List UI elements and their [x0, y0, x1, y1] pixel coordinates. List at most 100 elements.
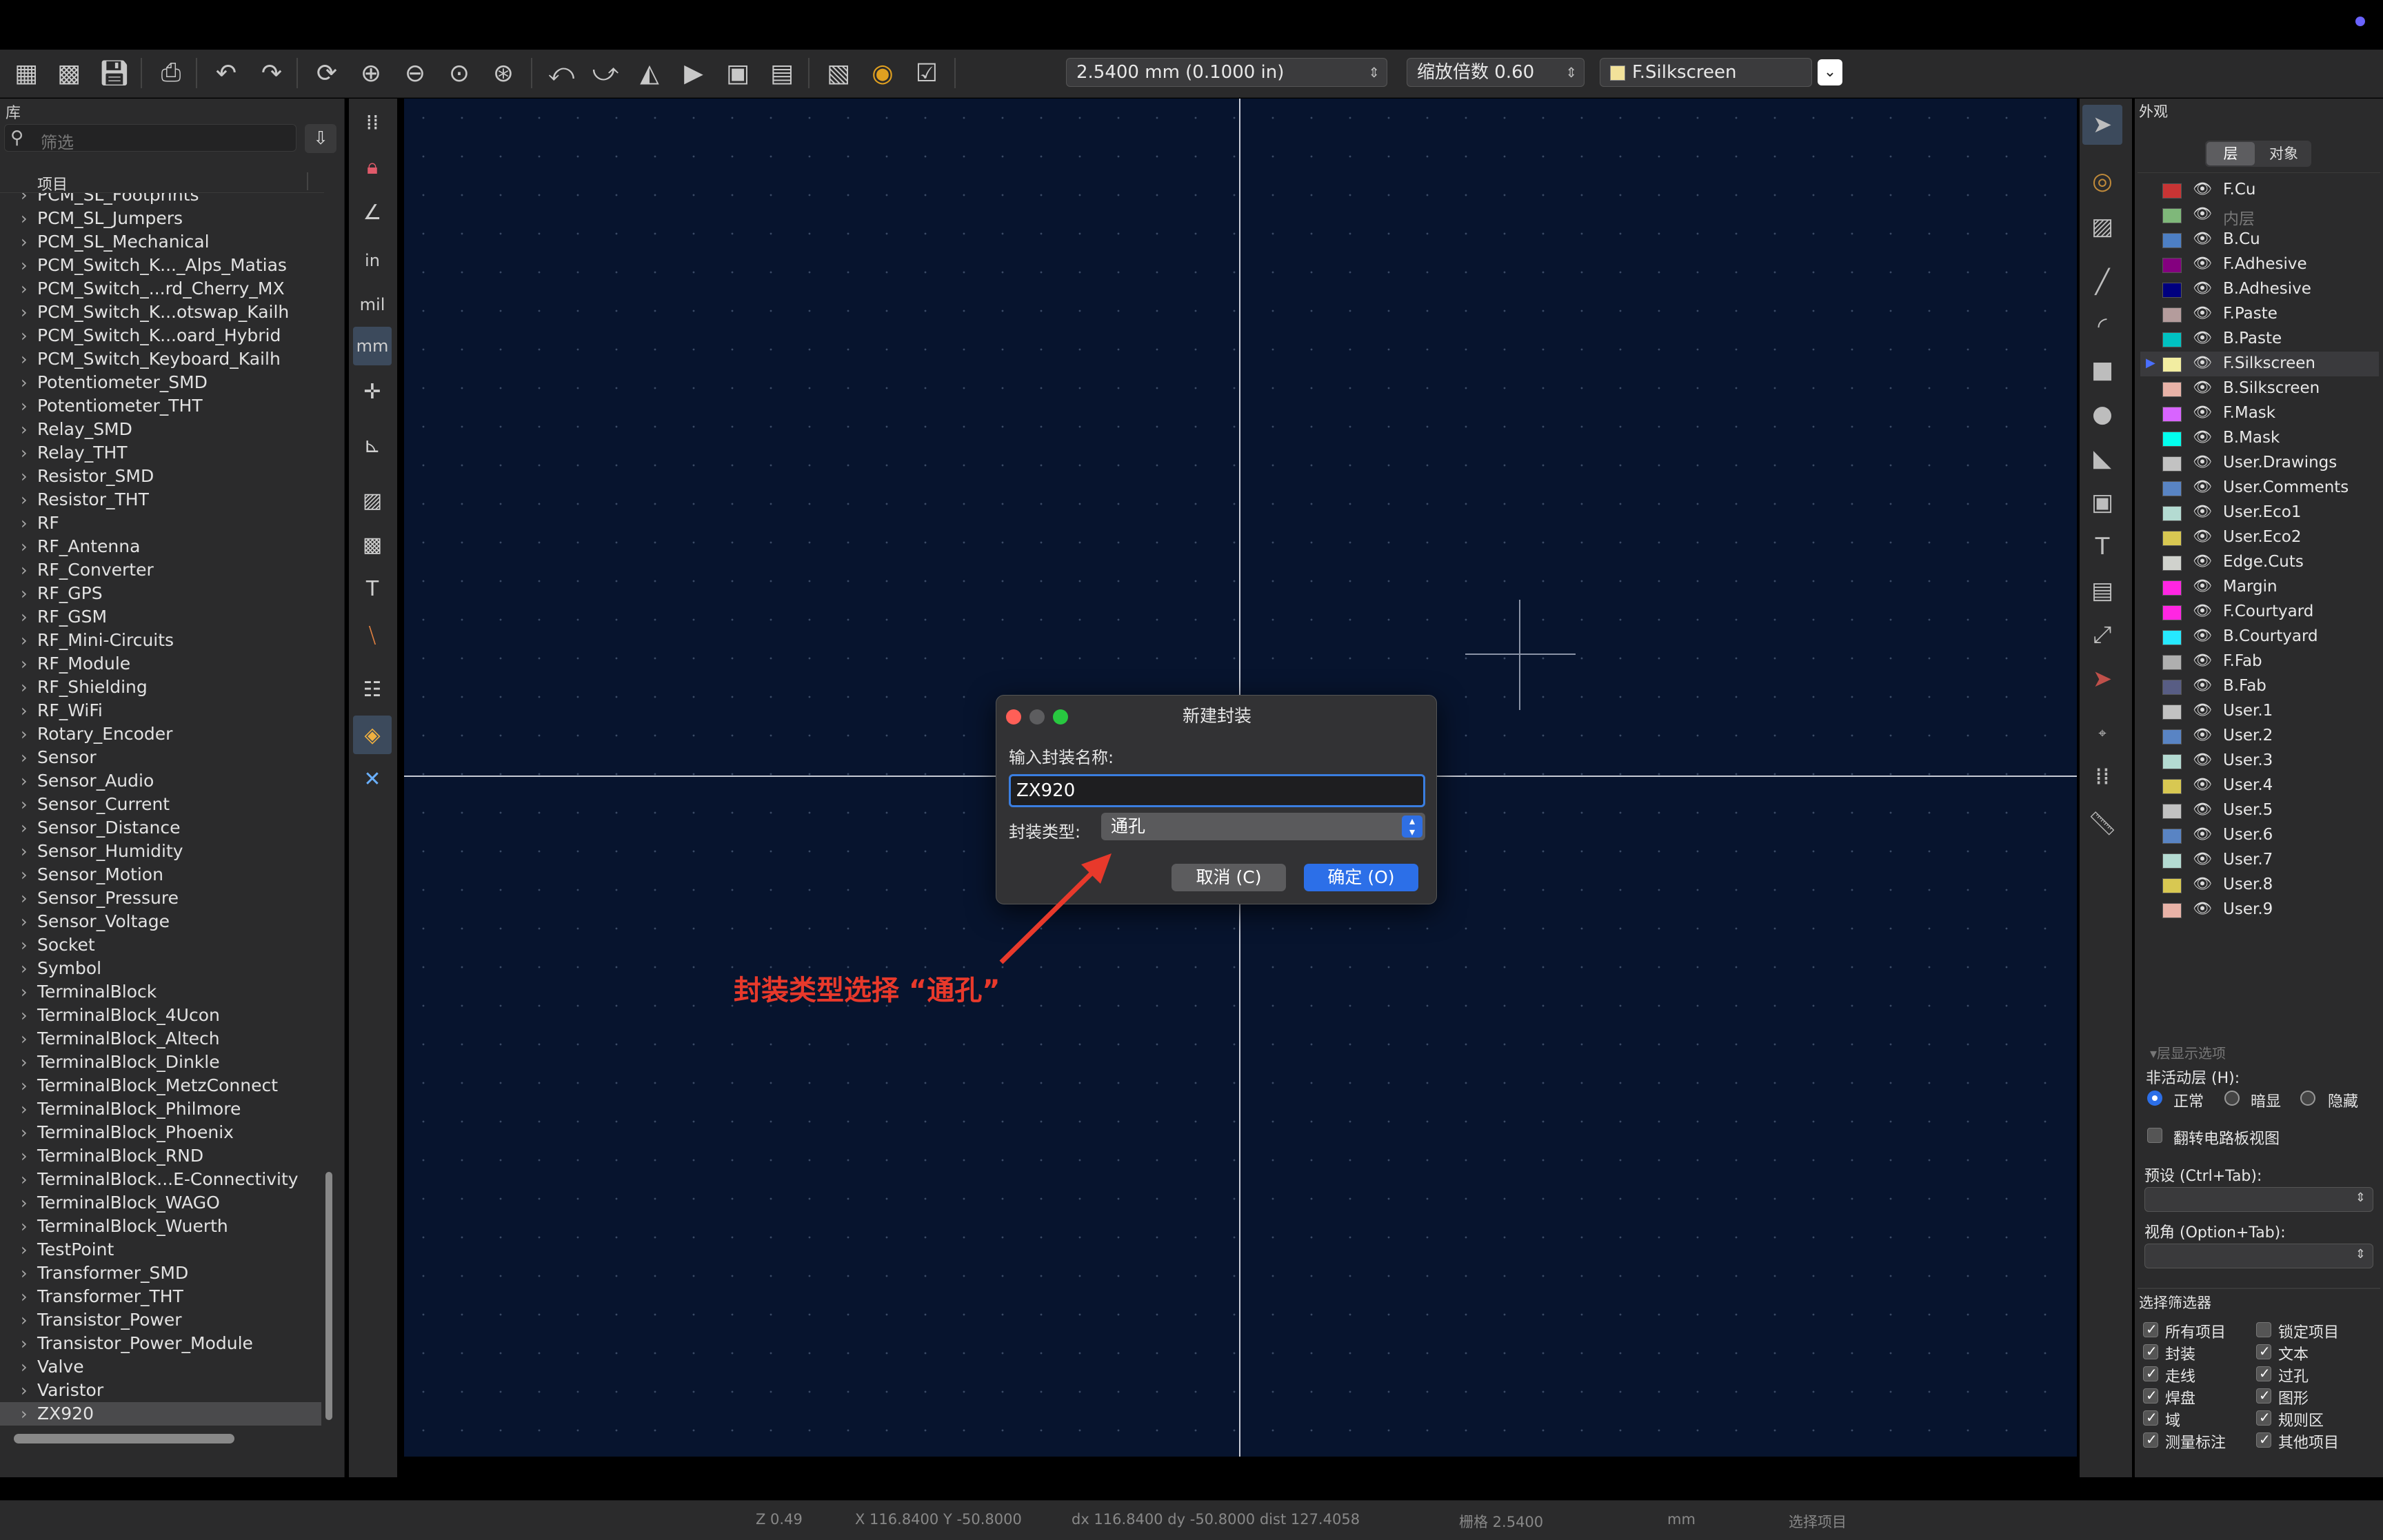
- save-icon[interactable]: 💾︎: [97, 55, 132, 91]
- library-item[interactable]: › Potentiometer_SMD: [0, 371, 321, 394]
- filter-checkbox[interactable]: [2143, 1387, 2158, 1404]
- cursor-crosshair-icon[interactable]: ✛: [353, 372, 392, 411]
- layer-row[interactable]: 👁︎ User.8: [2140, 873, 2379, 898]
- chevron-right-icon[interactable]: ›: [21, 1121, 28, 1144]
- chevron-right-icon[interactable]: ›: [21, 1355, 28, 1379]
- layer-color-swatch[interactable]: [2162, 307, 2182, 323]
- layer-row[interactable]: 👁︎ F.Fab: [2140, 649, 2379, 674]
- chevron-right-icon[interactable]: ›: [21, 769, 28, 793]
- viewport-select[interactable]: ⇕: [2144, 1244, 2373, 1268]
- library-item[interactable]: › Transistor_Power_Module: [0, 1332, 321, 1355]
- add-textbox-icon[interactable]: ▤: [2082, 571, 2122, 611]
- presets-select[interactable]: ⇕: [2144, 1187, 2373, 1212]
- layer-row[interactable]: 👁︎ B.Adhesive: [2140, 277, 2379, 302]
- layer-row[interactable]: 👁︎ B.Courtyard: [2140, 625, 2379, 649]
- tab-layers[interactable]: 层: [2206, 142, 2255, 165]
- add-keepout-icon[interactable]: ▨: [2082, 207, 2122, 247]
- layer-color-swatch[interactable]: [2162, 779, 2182, 794]
- chevron-right-icon[interactable]: ›: [21, 1074, 28, 1097]
- new-from-wizard-icon[interactable]: ▩: [51, 55, 87, 91]
- chevron-right-icon[interactable]: ›: [21, 746, 28, 769]
- library-item[interactable]: › TerminalBlock_Altech: [0, 1027, 321, 1051]
- chevron-right-icon[interactable]: ›: [21, 980, 28, 1004]
- chevron-right-icon[interactable]: ›: [21, 886, 28, 910]
- new-footprint-icon[interactable]: ▦: [8, 55, 44, 91]
- eye-icon[interactable]: 👁︎: [2193, 181, 2212, 198]
- library-item[interactable]: › PCM_Switch_K...oard_Hybrid: [0, 324, 321, 347]
- layer-row[interactable]: 👁︎ User.7: [2140, 848, 2379, 873]
- layer-color-swatch[interactable]: [2162, 407, 2182, 422]
- chevron-right-icon[interactable]: ›: [21, 1051, 28, 1074]
- library-item[interactable]: › TerminalBlock: [0, 980, 321, 1004]
- cancel-button[interactable]: 取消 (C): [1172, 864, 1286, 891]
- eye-icon[interactable]: 👁︎: [2193, 578, 2212, 595]
- eye-icon[interactable]: 👁︎: [2193, 205, 2212, 223]
- library-item[interactable]: › Sensor: [0, 746, 321, 769]
- layer-row[interactable]: 👁︎ User.Comments: [2140, 476, 2379, 500]
- layer-row[interactable]: 👁︎ 内层: [2140, 203, 2379, 228]
- eye-icon[interactable]: 👁︎: [2193, 404, 2212, 421]
- layer-color-swatch[interactable]: [2162, 605, 2182, 620]
- library-item[interactable]: › Sensor_Motion: [0, 863, 321, 886]
- library-item[interactable]: › TerminalBlock_MetzConnect: [0, 1074, 321, 1097]
- footprint-type-select[interactable]: 通孔 ▴ ▾: [1101, 813, 1425, 840]
- layer-color-swatch[interactable]: [2162, 829, 2182, 844]
- sort-button[interactable]: ⇩: [305, 124, 336, 153]
- ungroup-icon[interactable]: ▤: [764, 55, 800, 91]
- check-footprint-icon[interactable]: ☑: [909, 55, 945, 91]
- library-item[interactable]: › Relay_THT: [0, 441, 321, 465]
- layer-row[interactable]: 👁︎ User.Eco2: [2140, 525, 2379, 550]
- chevron-right-icon[interactable]: ›: [21, 793, 28, 816]
- library-item[interactable]: › PCM_SL_Mechanical: [0, 230, 321, 254]
- library-item[interactable]: › Symbol: [0, 957, 321, 980]
- mm-units-icon[interactable]: mm: [353, 327, 392, 365]
- chevron-right-icon[interactable]: ›: [21, 488, 28, 511]
- library-item[interactable]: › RF_Module: [0, 652, 321, 676]
- zoom-out-icon[interactable]: ⊖: [397, 55, 433, 91]
- eye-icon[interactable]: 👁︎: [2193, 900, 2212, 918]
- chevron-right-icon[interactable]: ›: [21, 558, 28, 582]
- eye-icon[interactable]: 👁︎: [2193, 751, 2212, 769]
- layer-row[interactable]: 👁︎ Margin: [2140, 575, 2379, 600]
- chevron-right-icon[interactable]: ›: [21, 1308, 28, 1332]
- draw-polygon-icon[interactable]: ◣: [2082, 438, 2122, 478]
- zoom-fit-icon[interactable]: ⊙: [441, 55, 477, 91]
- library-item[interactable]: › TerminalBlock_RND: [0, 1144, 321, 1168]
- chevron-right-icon[interactable]: ›: [21, 1027, 28, 1051]
- library-item[interactable]: › Sensor_Audio: [0, 769, 321, 793]
- library-column-header[interactable]: 项目: [0, 170, 324, 194]
- chevron-right-icon[interactable]: ›: [21, 629, 28, 652]
- chevron-right-icon[interactable]: ›: [21, 1097, 28, 1121]
- layer-row[interactable]: 👁︎ B.Fab: [2140, 674, 2379, 699]
- chevron-right-icon[interactable]: ›: [21, 605, 28, 629]
- layer-color-swatch[interactable]: [2162, 208, 2182, 223]
- inactive-normal-radio[interactable]: [2147, 1091, 2162, 1106]
- filter-checkbox[interactable]: [2143, 1321, 2158, 1337]
- delete-tool-icon[interactable]: ➤: [2082, 659, 2122, 699]
- rotate-cw-icon[interactable]: ⤻: [587, 55, 623, 91]
- chevron-right-icon[interactable]: ›: [21, 394, 28, 418]
- graphic-sketch-icon[interactable]: ▩: [353, 525, 392, 564]
- show-footprint-tree-icon[interactable]: ☷: [353, 670, 392, 709]
- layer-color-swatch[interactable]: [2162, 183, 2182, 199]
- layer-row[interactable]: 👁︎ User.3: [2140, 749, 2379, 773]
- layer-color-swatch[interactable]: [2162, 506, 2182, 521]
- library-item[interactable]: › RF_Shielding: [0, 676, 321, 699]
- print-icon[interactable]: ⎙: [153, 55, 189, 91]
- chevron-right-icon[interactable]: ›: [21, 301, 28, 324]
- text-sketch-icon[interactable]: T: [353, 569, 392, 608]
- chevron-right-icon[interactable]: ›: [21, 676, 28, 699]
- eye-icon[interactable]: 👁︎: [2193, 602, 2212, 620]
- eye-icon[interactable]: 👁︎: [2193, 851, 2212, 868]
- chevron-right-icon[interactable]: ›: [21, 1285, 28, 1308]
- grid-toggle-icon[interactable]: ⁞⁞: [353, 103, 392, 142]
- eye-icon[interactable]: 👁︎: [2193, 677, 2212, 694]
- layer-color-swatch[interactable]: [2162, 705, 2182, 720]
- eye-icon[interactable]: 👁︎: [2193, 280, 2212, 297]
- refresh-icon[interactable]: ⟳: [309, 55, 345, 91]
- library-item[interactable]: › TerminalBlock_WAGO: [0, 1191, 321, 1215]
- library-item[interactable]: › TerminalBlock...E-Connectivity: [0, 1168, 321, 1191]
- layer-row[interactable]: 👁︎ F.Courtyard: [2140, 600, 2379, 625]
- undo-icon[interactable]: ↶: [208, 55, 244, 91]
- filter-checkbox[interactable]: [2256, 1409, 2271, 1426]
